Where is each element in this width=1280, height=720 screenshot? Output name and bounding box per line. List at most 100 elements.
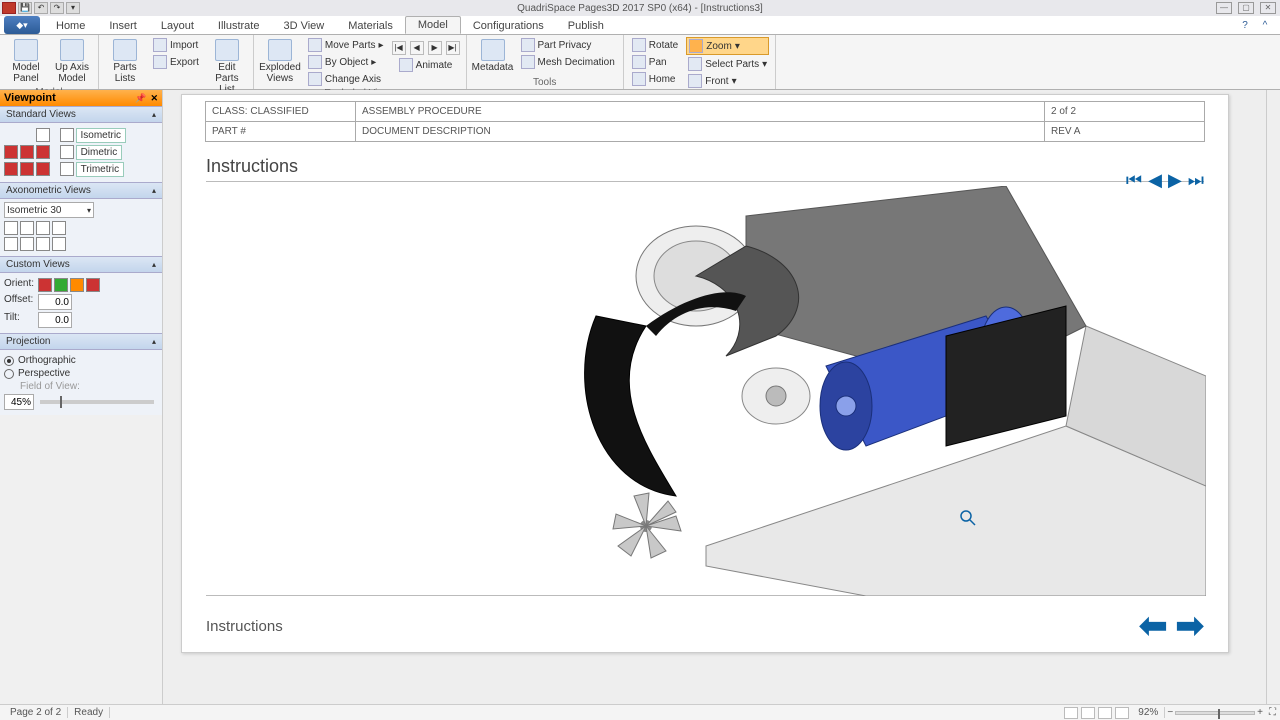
by-object-button[interactable]: By Object ▸ bbox=[306, 54, 386, 70]
parts-lists-button[interactable]: Parts Lists bbox=[105, 37, 145, 86]
qat-app-icon[interactable] bbox=[2, 2, 16, 14]
tab-home[interactable]: Home bbox=[44, 18, 97, 34]
qat-undo-icon[interactable]: ↶ bbox=[34, 2, 48, 14]
qat-redo-icon[interactable]: ↷ bbox=[50, 2, 64, 14]
status-page: Page 2 of 2 bbox=[4, 707, 68, 718]
view-mode-icon[interactable] bbox=[1064, 707, 1078, 719]
tri-cube-icon[interactable] bbox=[60, 162, 74, 176]
orient-icon[interactable] bbox=[54, 278, 68, 292]
part-privacy-button[interactable]: Part Privacy bbox=[519, 37, 617, 53]
view-mode-icon[interactable] bbox=[1098, 707, 1112, 719]
zoom-in-icon[interactable]: + bbox=[1257, 707, 1263, 718]
change-axis-button[interactable]: Change Axis bbox=[306, 71, 386, 87]
axo-icon[interactable] bbox=[20, 221, 34, 235]
axo-icon[interactable] bbox=[36, 237, 50, 251]
move-parts-button[interactable]: Move Parts ▸ bbox=[306, 37, 386, 53]
group-parts-lists: Parts Lists Import Export Edit Parts Lis… bbox=[99, 35, 254, 89]
standard-views-header[interactable]: Standard Views▴ bbox=[0, 106, 162, 123]
custom-views-header[interactable]: Custom Views▴ bbox=[0, 256, 162, 273]
qat-dropdown-icon[interactable]: ▾ bbox=[66, 2, 80, 14]
maximize-icon[interactable]: ▢ bbox=[1238, 2, 1254, 14]
prev-frame-icon[interactable]: ◀ bbox=[410, 41, 424, 55]
axo-icon[interactable] bbox=[20, 237, 34, 251]
up-axis-button[interactable]: Up Axis Model bbox=[52, 37, 92, 86]
fit-page-icon[interactable]: ⛶ bbox=[1269, 707, 1276, 718]
edit-parts-list-button[interactable]: Edit Parts List bbox=[207, 37, 247, 97]
view-mode-icon[interactable] bbox=[1115, 707, 1129, 719]
next-frame-icon[interactable]: ▶ bbox=[428, 41, 442, 55]
import-button[interactable]: Import bbox=[151, 37, 201, 53]
last-frame-icon[interactable]: ▶| bbox=[446, 41, 460, 55]
tab-configurations[interactable]: Configurations bbox=[461, 18, 556, 34]
qat-save-icon[interactable]: 💾 bbox=[18, 2, 32, 14]
view-icon[interactable] bbox=[4, 145, 18, 159]
zoom-slider[interactable] bbox=[1175, 711, 1255, 715]
tab-materials[interactable]: Materials bbox=[336, 18, 405, 34]
illustration-area[interactable] bbox=[206, 186, 1204, 596]
tab-illustrate[interactable]: Illustrate bbox=[206, 18, 272, 34]
instructions-footer: Instructions bbox=[206, 618, 283, 635]
perspective-radio[interactable]: Perspective bbox=[4, 368, 158, 379]
view-icon[interactable] bbox=[20, 145, 34, 159]
isometric-button[interactable]: Isometric bbox=[76, 128, 127, 143]
dim-cube-icon[interactable] bbox=[60, 145, 74, 159]
tab-layout[interactable]: Layout bbox=[149, 18, 206, 34]
tab-model[interactable]: Model bbox=[405, 16, 461, 34]
zoom-out-icon[interactable]: − bbox=[1167, 707, 1173, 718]
animate-button[interactable]: Animate bbox=[397, 57, 455, 73]
model-panel-button[interactable]: Model Panel bbox=[6, 37, 46, 86]
orient-icon[interactable] bbox=[70, 278, 84, 292]
minimize-icon[interactable]: — bbox=[1216, 2, 1232, 14]
orient-icon[interactable] bbox=[86, 278, 100, 292]
exploded-views-button[interactable]: Exploded Views bbox=[260, 37, 300, 86]
view-icon[interactable] bbox=[36, 145, 50, 159]
prev-page-arrow[interactable]: ⬅ bbox=[1139, 606, 1168, 646]
app-menu-button[interactable]: ◆▾ bbox=[4, 16, 40, 34]
title-bar: 💾 ↶ ↷ ▾ QuadriSpace Pages3D 2017 SP0 (x6… bbox=[0, 0, 1280, 16]
help-icon[interactable]: ? bbox=[1238, 20, 1252, 34]
offset-field[interactable] bbox=[38, 294, 72, 310]
tilt-field[interactable] bbox=[38, 312, 72, 328]
axo-icon[interactable] bbox=[52, 221, 66, 235]
panel-close-icon[interactable]: ✕ bbox=[150, 93, 158, 104]
pin-icon[interactable]: 📌 bbox=[135, 93, 146, 104]
status-bar: Page 2 of 2 Ready 92% − + ⛶ bbox=[0, 704, 1280, 720]
fov-slider[interactable] bbox=[40, 400, 154, 404]
metadata-button[interactable]: Metadata bbox=[473, 37, 513, 75]
axonometric-views-header[interactable]: Axonometric Views▴ bbox=[0, 182, 162, 199]
assembly-illustration bbox=[446, 186, 1206, 596]
close-icon[interactable]: ✕ bbox=[1260, 2, 1276, 14]
axo-icon[interactable] bbox=[4, 237, 18, 251]
axo-combo[interactable]: Isometric 30▾ bbox=[4, 202, 94, 218]
tab-insert[interactable]: Insert bbox=[97, 18, 149, 34]
projection-header[interactable]: Projection▴ bbox=[0, 333, 162, 350]
vertical-scrollbar[interactable] bbox=[1266, 90, 1280, 704]
fov-field[interactable] bbox=[4, 394, 34, 410]
zoom-button[interactable]: Zoom ▾ bbox=[686, 37, 769, 55]
view-cube-icon[interactable] bbox=[36, 128, 50, 142]
view-icon[interactable] bbox=[36, 162, 50, 176]
axo-icon[interactable] bbox=[4, 221, 18, 235]
view-icon[interactable] bbox=[4, 162, 18, 176]
view-icon[interactable] bbox=[20, 162, 34, 176]
iso-cube-icon[interactable] bbox=[60, 128, 74, 142]
rotate-button[interactable]: Rotate bbox=[630, 37, 680, 53]
home-button[interactable]: Home bbox=[630, 71, 680, 87]
next-page-arrow[interactable]: ➡ bbox=[1176, 606, 1205, 646]
ribbon-collapse-icon[interactable]: ^ bbox=[1258, 20, 1272, 34]
first-frame-icon[interactable]: |◀ bbox=[392, 41, 406, 55]
pan-button[interactable]: Pan bbox=[630, 54, 680, 70]
tab-3dview[interactable]: 3D View bbox=[271, 18, 336, 34]
front-button[interactable]: Front ▾ bbox=[686, 73, 769, 89]
orient-icon[interactable] bbox=[38, 278, 52, 292]
mesh-decimation-button[interactable]: Mesh Decimation bbox=[519, 54, 617, 70]
view-mode-icon[interactable] bbox=[1081, 707, 1095, 719]
select-parts-button[interactable]: Select Parts ▾ bbox=[686, 56, 769, 72]
orthographic-radio[interactable]: Orthographic bbox=[4, 355, 158, 366]
axo-icon[interactable] bbox=[36, 221, 50, 235]
trimetric-button[interactable]: Trimetric bbox=[76, 162, 125, 177]
export-button[interactable]: Export bbox=[151, 54, 201, 70]
dimetric-button[interactable]: Dimetric bbox=[76, 145, 123, 160]
tab-publish[interactable]: Publish bbox=[556, 18, 616, 34]
axo-icon[interactable] bbox=[52, 237, 66, 251]
